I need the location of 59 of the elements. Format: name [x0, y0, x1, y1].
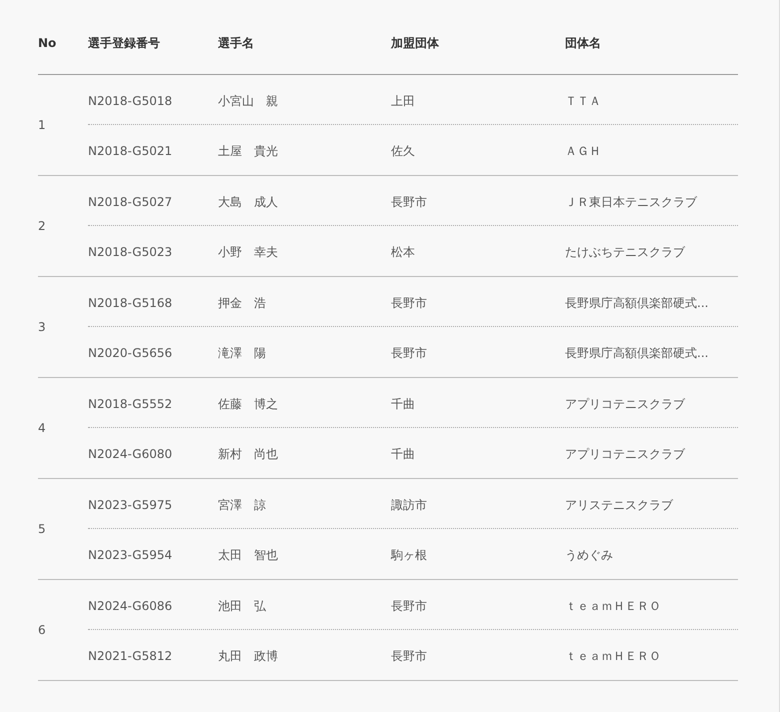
table-cell: アプリコテニスクラブ [565, 447, 685, 461]
table-cell-text: 2 [38, 218, 46, 235]
table-cell: 長野市 [391, 346, 427, 360]
table-cell: 上田 [391, 94, 415, 108]
table-cell: 佐久 [391, 144, 415, 158]
table-cell: 千曲 [391, 447, 415, 461]
table-cell: N2023-G5954 [88, 548, 172, 562]
table-cell: 長野県庁高額倶楽部硬式... [565, 346, 708, 360]
table-cell: うめぐみ [565, 548, 613, 562]
table-cell: 滝澤 陽 [218, 346, 266, 360]
table-cell: 長野市 [391, 649, 427, 663]
table-cell: 宮澤 諒 [218, 498, 266, 512]
table-cell: N2018-G5168 [88, 296, 172, 310]
table-cell: 土屋 貴光 [218, 144, 278, 158]
table-cell: ＪＲ東日本テニスクラブ [565, 194, 697, 208]
table-cell: N2018-G5552 [88, 396, 172, 410]
table-cell: 池田 弘 [218, 598, 266, 612]
table-cell: N2018-G5018 [88, 94, 172, 108]
table-cell: 長野県庁高額倶楽部硬式... [565, 296, 708, 310]
table-cell-text: 4 [38, 420, 46, 437]
table-cell: 長野市 [391, 194, 427, 208]
table-cell: ＴＴＡ [565, 94, 601, 108]
table-cell: 大島 成人 [218, 194, 278, 208]
table-cell: 丸田 政博 [218, 649, 278, 663]
column-header: 加盟団体 [391, 36, 439, 50]
table-cell: N2018-G5027 [88, 194, 172, 208]
table-cell: ｔｅａｍＨＥＲＯ [565, 649, 661, 663]
table-cell-text: 6 [38, 622, 46, 639]
table-cell: 長野市 [391, 598, 427, 612]
table-cell: 太田 智也 [218, 548, 278, 562]
table-cell: 諏訪市 [391, 498, 427, 512]
table-cell: アリステニスクラブ [565, 498, 673, 512]
table-cell: N2020-G5656 [88, 346, 172, 360]
table-cell: ＡＧＨ [565, 144, 601, 158]
table-cell-text: 5 [38, 521, 46, 538]
table-cell: N2024-G6080 [88, 447, 172, 461]
table-cell: 新村 尚也 [218, 447, 278, 461]
table-cell-text: 3 [38, 319, 46, 336]
table-cell: 佐藤 博之 [218, 396, 278, 410]
table-cell-text: 1 [38, 117, 46, 134]
table-cell: 松本 [391, 245, 415, 259]
table-cell: N2024-G6086 [88, 598, 172, 612]
table-cell: N2018-G5023 [88, 245, 172, 259]
table-cell: 駒ヶ根 [391, 548, 427, 562]
table-cell: アプリコテニスクラブ [565, 396, 685, 410]
table-cell: 小宮山 親 [218, 94, 278, 108]
table-cell: 千曲 [391, 396, 415, 410]
table-cell: 押金 浩 [218, 296, 266, 310]
table-cell: 小野 幸夫 [218, 245, 278, 259]
column-header: 選手名 [218, 36, 254, 50]
column-header: 選手登録番号 [88, 36, 160, 50]
table-cell: N2023-G5975 [88, 498, 172, 512]
column-header: No [38, 36, 56, 50]
table-cell: たけぶちテニスクラブ [565, 245, 685, 259]
table-cell: N2018-G5021 [88, 144, 172, 158]
column-header: 団体名 [565, 36, 601, 50]
table-cell: N2021-G5812 [88, 649, 172, 663]
table-cell: 長野市 [391, 296, 427, 310]
table-cell: ｔｅａｍＨＥＲＯ [565, 598, 661, 612]
